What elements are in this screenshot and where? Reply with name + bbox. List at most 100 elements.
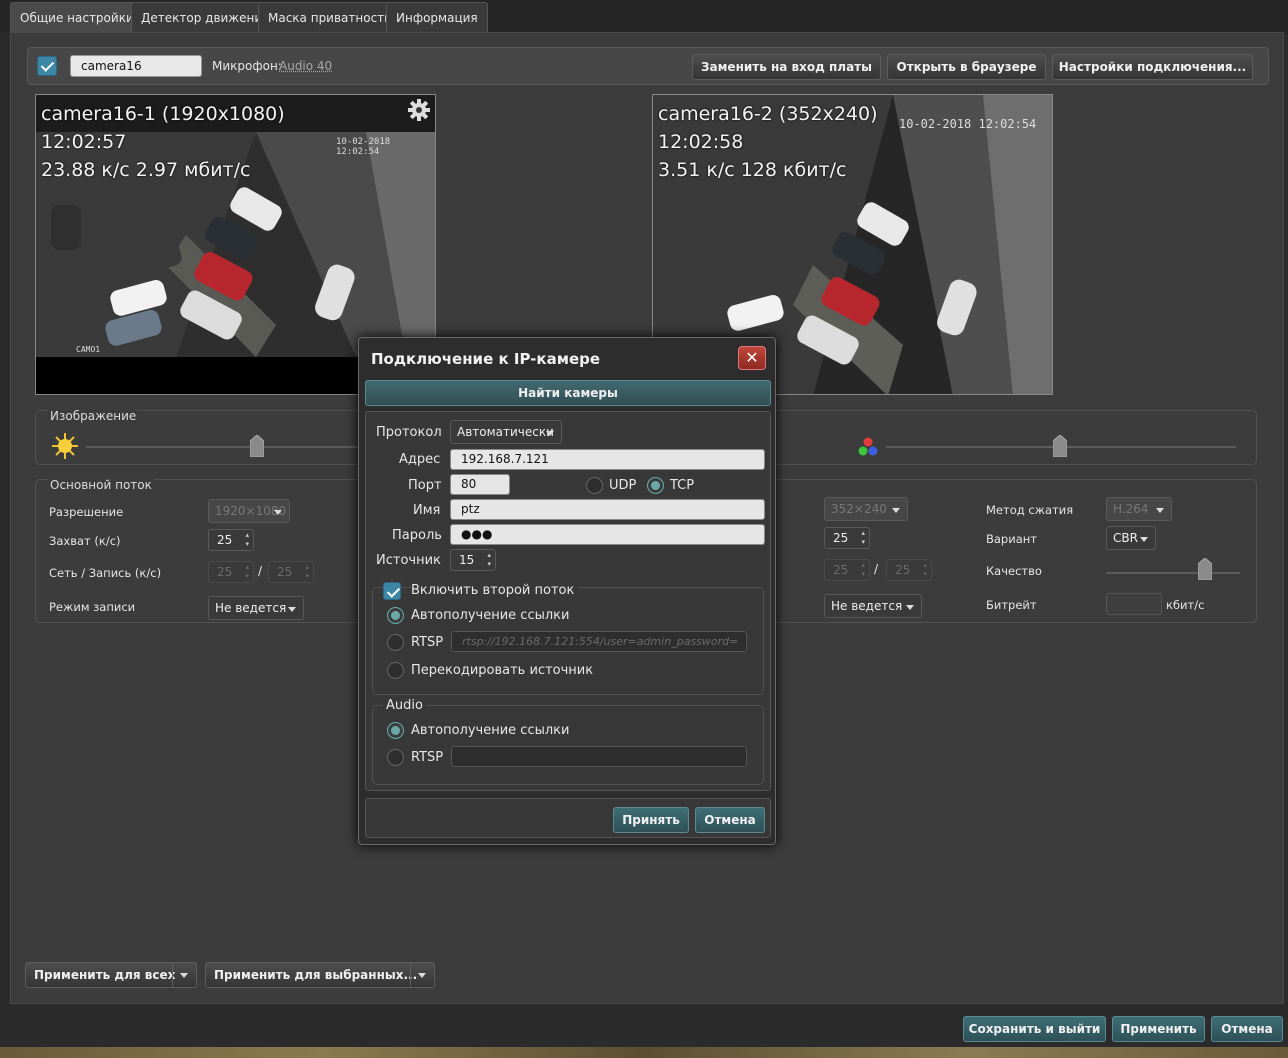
tab-bar: Общие настройки Детектор движения Маска … [0, 0, 1288, 32]
net-fps-spinbox[interactable]: 25 [208, 561, 254, 583]
name-label: Имя [413, 503, 441, 518]
net-separator: / [258, 564, 263, 578]
protocol-select[interactable]: Автоматически [450, 420, 562, 444]
bitrate-input[interactable] [1106, 593, 1162, 615]
open-browser-button[interactable]: Открыть в браузере [887, 54, 1046, 80]
chevron-down-icon [418, 973, 426, 978]
brightness-slider-thumb[interactable] [250, 435, 264, 457]
audio-rtsp-label: RTSP [411, 750, 444, 765]
color-icon [858, 437, 878, 456]
address-label: Адрес [399, 452, 441, 467]
video2-cam-timestamp: 10-02-2018 12:02:54 [899, 117, 1037, 131]
record-fps-spinbox[interactable]: 25 [268, 561, 314, 583]
resolution-label: Разрешение [49, 505, 124, 519]
quality-slider-thumb[interactable] [1198, 558, 1212, 580]
variant-label: Вариант [986, 532, 1037, 546]
image-group-label: Изображение [48, 409, 139, 423]
tab-privacy-mask[interactable]: Маска приватности [258, 2, 402, 32]
main-stream-label: Основной поток [48, 478, 154, 492]
apply-button[interactable]: Применить [1112, 1016, 1205, 1042]
second-stream-checkbox[interactable] [383, 582, 401, 600]
second-capture-spinbox[interactable]: 25 [824, 527, 870, 549]
audio-group: Audio Автополучение ссылки RTSP [372, 698, 764, 785]
rtsp-url-input[interactable]: rtsp://192.168.7.121:554/user=admin_pass… [451, 631, 747, 652]
apply-all-label: Применить для всех [34, 968, 176, 982]
capture-fps-spinbox[interactable]: 25 [208, 529, 254, 551]
video1-time: 12:02:57 [41, 131, 127, 153]
audio-auto-link-label: Автополучение ссылки [411, 723, 570, 738]
port-label: Порт [408, 478, 442, 493]
apply-selected-button[interactable]: Применить для выбранных... [205, 962, 435, 988]
mic-link[interactable]: Audio 40 [279, 59, 332, 73]
resolution-select[interactable]: 1920×1080 [208, 499, 290, 523]
auto-link-radio[interactable] [387, 607, 404, 624]
brightness-icon [52, 433, 78, 459]
apply-selected-label: Применить для выбранных... [214, 968, 418, 982]
dialog-form: Протокол Автоматически Адрес 192.168.7.1… [365, 411, 771, 791]
record-mode-select[interactable]: Не ведется [208, 596, 304, 620]
apply-all-dropdown[interactable] [172, 963, 196, 987]
second-net-separator: / [874, 562, 879, 576]
audio-rtsp-radio[interactable] [387, 749, 404, 766]
rtsp-label: RTSP [411, 635, 444, 650]
apply-all-button[interactable]: Применить для всех [25, 962, 197, 988]
dialog-close-button[interactable]: ✕ [738, 346, 766, 370]
tab-info[interactable]: Информация [386, 2, 488, 32]
port-input[interactable]: 80 [450, 474, 510, 495]
second-record-mode-select[interactable]: Не ведется [824, 594, 922, 618]
video1-cam-timestamp: 10-02-2018 12:02:54 [336, 137, 391, 157]
codec-select[interactable]: H.264 [1106, 497, 1172, 521]
transcode-label: Перекодировать источник [411, 663, 594, 678]
source-label: Источник [376, 553, 441, 568]
ip-camera-dialog: Подключение к IP-камере ✕ Найти камеры П… [358, 337, 776, 845]
transcode-radio[interactable] [387, 662, 404, 679]
find-cameras-button[interactable]: Найти камеры [365, 380, 771, 406]
tcp-radio[interactable] [647, 477, 664, 494]
audio-label: Audio [383, 698, 426, 713]
rtsp-radio[interactable] [387, 634, 404, 651]
password-input[interactable]: ●●● [450, 524, 765, 545]
gear-icon[interactable] [406, 97, 432, 123]
second-net-spinbox[interactable]: 25 [824, 559, 870, 581]
address-input[interactable]: 192.168.7.121 [450, 449, 765, 470]
quality-slider-track[interactable] [1106, 572, 1240, 574]
camera-settings-window: Общие настройки Детектор движения Маска … [0, 0, 1288, 1058]
bitrate-label: Битрейт [986, 598, 1037, 612]
codec-label: Метод сжатия [986, 503, 1074, 517]
password-label: Пароль [392, 528, 442, 543]
accept-button[interactable]: Принять [613, 807, 689, 833]
second-resolution-select[interactable]: 352×240 [824, 497, 908, 521]
dialog-title: Подключение к IP-камере [371, 350, 601, 368]
camera-enabled-checkbox[interactable] [37, 56, 57, 76]
second-stream-label: Включить второй поток [411, 583, 579, 598]
replace-input-button[interactable]: Заменить на вход платы [692, 54, 881, 80]
chevron-down-icon [180, 973, 188, 978]
video2-time: 12:02:58 [658, 131, 744, 153]
connection-settings-button[interactable]: Настройки подключения... [1052, 54, 1253, 80]
net-record-label: Сеть / Запись (к/с) [49, 566, 162, 580]
video1-stats: 23.88 к/с 2.97 мбит/с [41, 159, 251, 181]
udp-radio[interactable] [586, 477, 603, 494]
apply-selected-dropdown[interactable] [410, 963, 434, 987]
second-stream-group: Включить второй поток Автополучение ссыл… [372, 582, 764, 695]
username-input[interactable]: ptz [450, 499, 765, 520]
dialog-cancel-button[interactable]: Отмена [695, 807, 765, 833]
protocol-label: Протокол [376, 425, 442, 440]
auto-link-label: Автополучение ссылки [411, 608, 570, 623]
brightness-slider-track[interactable] [86, 446, 386, 448]
save-exit-button[interactable]: Сохранить и выйти [963, 1016, 1106, 1042]
tab-general[interactable]: Общие настройки [10, 2, 144, 32]
audio-rtsp-input[interactable] [451, 746, 747, 767]
second-record-spinbox[interactable]: 25 [886, 559, 932, 581]
video2-stats: 3.51 к/с 128 кбит/с [658, 159, 847, 181]
camera-toolbar: camera16 Микрофон: Audio 40 Заменить на … [27, 47, 1269, 85]
variant-select[interactable]: CBR [1106, 526, 1156, 550]
camera-name-input[interactable]: camera16 [70, 55, 202, 77]
cancel-button[interactable]: Отмена [1211, 1016, 1283, 1042]
close-icon: ✕ [745, 348, 759, 367]
source-spinbox[interactable]: 15 [450, 549, 496, 571]
desktop-background-strip [0, 1047, 1288, 1058]
color-slider-thumb[interactable] [1053, 435, 1067, 457]
audio-auto-link-radio[interactable] [387, 722, 404, 739]
tcp-label: TCP [670, 478, 695, 493]
